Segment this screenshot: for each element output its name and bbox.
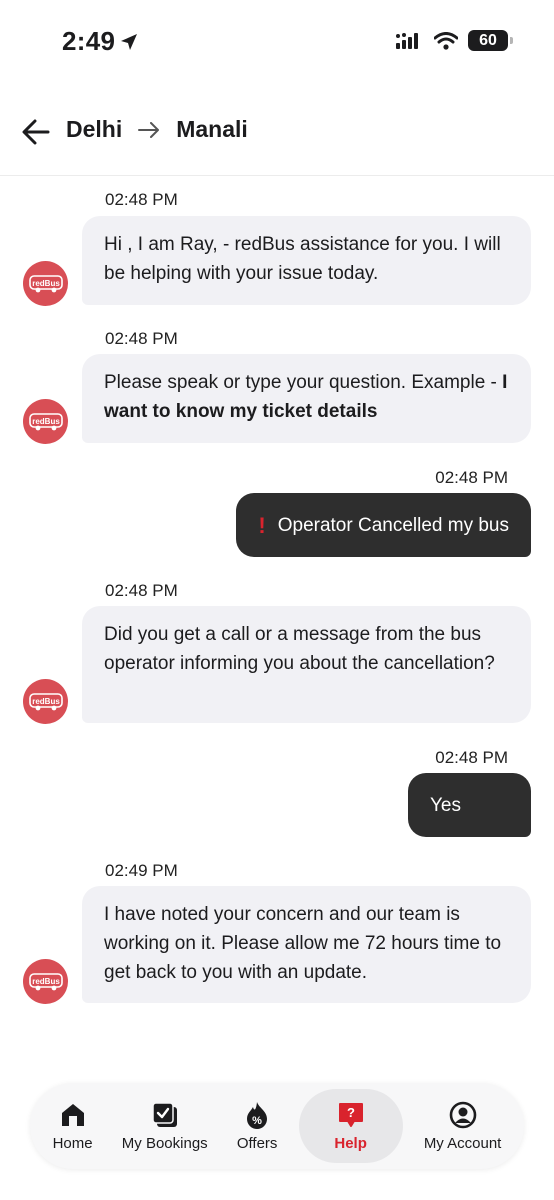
redbus-logo-icon: redBus xyxy=(28,972,63,990)
route-arrow-icon xyxy=(138,121,160,138)
back-arrow-icon xyxy=(22,119,50,145)
svg-text:%: % xyxy=(252,1115,262,1127)
bot-message: Please speak or type your question. Exam… xyxy=(82,354,531,443)
offers-icon: % xyxy=(243,1101,271,1129)
svg-text:redBus: redBus xyxy=(32,977,60,986)
exclamation-icon: ! xyxy=(258,512,266,538)
nav-label: Offers xyxy=(236,1134,278,1152)
nav-label: Help xyxy=(334,1134,367,1152)
nav-label: My Account xyxy=(423,1134,502,1152)
status-time: 2:49 xyxy=(62,26,139,57)
destination-city: Manali xyxy=(176,116,248,142)
message-timestamp: 02:48 PM xyxy=(105,190,178,209)
message-timestamp: 02:48 PM xyxy=(105,329,178,348)
nav-my-account[interactable]: My Account xyxy=(416,1089,510,1163)
status-bar: 2:49 60 xyxy=(0,0,554,84)
svg-text:redBus: redBus xyxy=(32,697,60,706)
back-button[interactable] xyxy=(20,116,52,148)
route-title: Delhi Manali xyxy=(66,116,248,143)
user-message: Yes xyxy=(408,773,531,837)
redbus-logo-icon: redBus xyxy=(28,692,63,710)
redbus-logo-icon: redBus xyxy=(28,274,63,292)
user-message: ! Operator Cancelled my bus xyxy=(236,493,531,557)
bookings-icon xyxy=(151,1101,179,1129)
nav-label: Home xyxy=(52,1134,93,1152)
home-icon xyxy=(59,1101,87,1129)
location-arrow-icon xyxy=(121,33,138,50)
bot-avatar: redBus xyxy=(23,399,68,444)
bottom-nav: Home My Bookings % Offers ? Help My Acco… xyxy=(30,1083,524,1169)
bot-avatar: redBus xyxy=(23,261,68,306)
battery-icon: 60 xyxy=(468,30,513,51)
header: Delhi Manali xyxy=(0,94,554,176)
message-timestamp: 02:48 PM xyxy=(105,581,178,600)
svg-text:?: ? xyxy=(347,1105,355,1120)
nav-my-bookings[interactable]: My Bookings xyxy=(114,1089,216,1163)
nav-label: My Bookings xyxy=(121,1134,208,1152)
account-icon xyxy=(449,1101,477,1129)
svg-text:redBus: redBus xyxy=(32,417,60,426)
help-icon: ? xyxy=(337,1101,365,1129)
nav-offers[interactable]: % Offers xyxy=(229,1089,286,1163)
nav-home[interactable]: Home xyxy=(45,1089,101,1163)
bot-avatar: redBus xyxy=(23,959,68,1004)
bot-message: I have noted your concern and our team i… xyxy=(82,886,531,1003)
bot-avatar: redBus xyxy=(23,679,68,724)
cellular-signal-icon xyxy=(396,32,418,49)
bot-message: Hi , I am Ray, - redBus assistance for y… xyxy=(82,216,531,305)
origin-city: Delhi xyxy=(66,116,123,142)
wifi-icon xyxy=(434,31,458,50)
nav-help[interactable]: ? Help xyxy=(298,1089,403,1163)
bot-message: Did you get a call or a message from the… xyxy=(82,606,531,723)
message-timestamp: 02:49 PM xyxy=(105,861,178,880)
status-indicators: 60 xyxy=(396,30,513,51)
message-timestamp: 02:48 PM xyxy=(435,748,508,767)
message-timestamp: 02:48 PM xyxy=(435,468,508,487)
svg-text:redBus: redBus xyxy=(32,279,60,288)
redbus-logo-icon: redBus xyxy=(28,412,63,430)
